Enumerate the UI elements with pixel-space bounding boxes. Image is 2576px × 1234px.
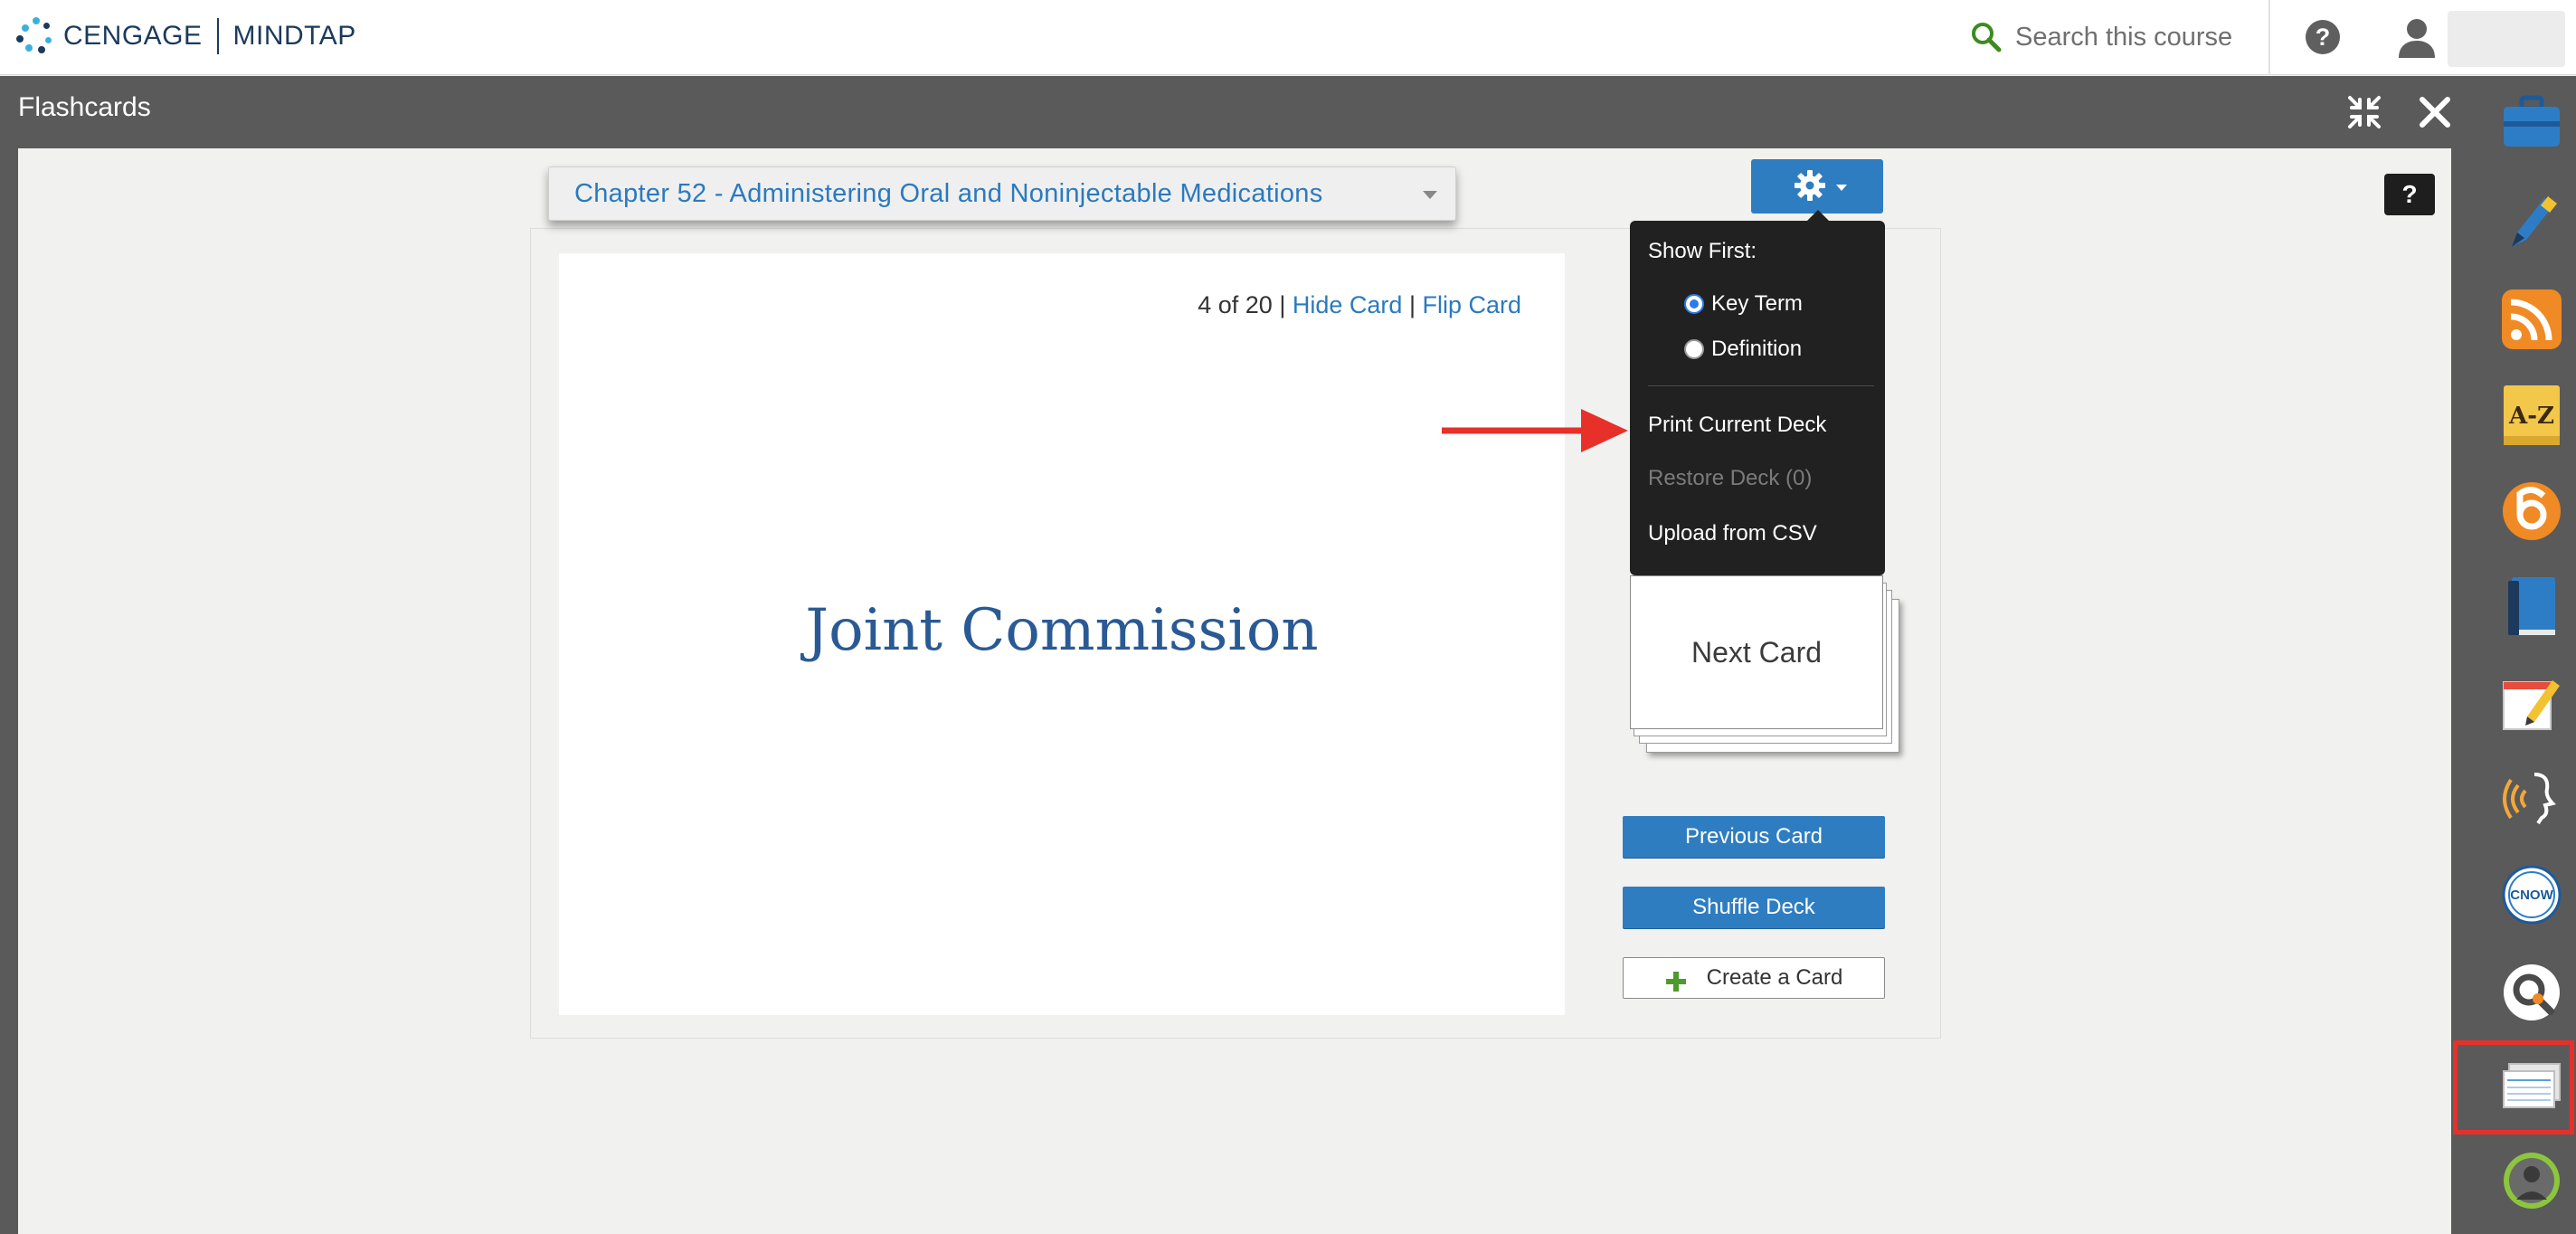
profile-app-icon[interactable]: [2500, 1149, 2563, 1212]
brand-divider: [216, 18, 219, 54]
search-magnifier-icon[interactable]: [2500, 961, 2563, 1024]
flip-card-link[interactable]: Flip Card: [1422, 291, 1521, 318]
cnow-label: CNOW: [2510, 888, 2553, 903]
meta-separator: |: [1279, 291, 1286, 318]
menu-pointer: [1807, 210, 1829, 221]
collapse-icon[interactable]: [2346, 94, 2382, 130]
menu-divider: [1648, 385, 1874, 386]
search-icon: [1972, 23, 2002, 52]
flashcards-highlight-box: [2453, 1040, 2574, 1134]
settings-dropdown-menu: Show First: Key Term Definition Print Cu…: [1630, 210, 1885, 575]
close-icon[interactable]: [2415, 92, 2455, 132]
book-icon[interactable]: [2500, 575, 2563, 639]
panel-help-button[interactable]: ?: [2384, 174, 2435, 215]
show-first-heading: Show First:: [1648, 239, 1757, 263]
card-term: Joint Commission: [805, 597, 1319, 664]
cengage-mindtap-logo[interactable]: CENGAGE MINDTAP: [16, 13, 356, 60]
plus-icon: [1665, 972, 1686, 992]
gear-icon: [1795, 170, 1825, 201]
shuffle-deck-button[interactable]: Shuffle Deck: [1623, 887, 1885, 928]
help-button[interactable]: ?: [2306, 20, 2340, 54]
search-placeholder[interactable]: Search this course: [2015, 23, 2232, 52]
deck-select-value: Chapter 52 - Administering Oral and Noni…: [574, 178, 1323, 208]
panel-title: Flashcards: [18, 92, 151, 122]
flashcard[interactable]: 4 of 20 | Hide Card | Flip Card Joint Co…: [559, 253, 1565, 1015]
cengage-logo-icon: [16, 17, 54, 55]
restore-deck-item: Restore Deck (0): [1648, 466, 1813, 490]
upload-from-csv-item[interactable]: Upload from CSV: [1648, 521, 1817, 546]
topbar-divider: [2268, 0, 2270, 75]
top-bar: CENGAGE MINDTAP Search this course ?: [0, 0, 2576, 75]
deck-select[interactable]: Chapter 52 - Administering Oral and Noni…: [548, 166, 1456, 221]
svg-text:A-Z: A-Z: [2508, 403, 2554, 430]
red-arrow-annotation: [1442, 409, 1628, 452]
key-term-label: Key Term: [1711, 291, 1803, 316]
course-search[interactable]: Search this course: [1970, 16, 2232, 58]
definition-radio[interactable]: [1684, 339, 1704, 359]
create-card-button[interactable]: Create a Card: [1623, 957, 1885, 999]
notepad-icon[interactable]: [2500, 671, 2563, 735]
key-term-radio[interactable]: [1684, 294, 1704, 314]
definition-label: Definition: [1711, 337, 1803, 361]
chevron-down-icon: [1423, 191, 1437, 199]
settings-button[interactable]: [1751, 159, 1883, 214]
briefcase-icon[interactable]: [2500, 90, 2563, 154]
create-card-label: Create a Card: [1706, 965, 1843, 990]
card-meta: 4 of 20 | Hide Card | Flip Card: [1198, 291, 1521, 319]
readspeaker-icon[interactable]: [2500, 767, 2563, 831]
caret-down-icon: [1836, 185, 1847, 191]
panel-left-edge: [0, 148, 18, 1234]
pencil-highlighter-icon[interactable]: [2500, 190, 2563, 253]
rss-icon[interactable]: [2500, 288, 2563, 351]
user-name-placeholder[interactable]: [2448, 11, 2565, 67]
cnow-icon[interactable]: CNOW: [2500, 863, 2563, 926]
hide-card-link[interactable]: Hide Card: [1293, 291, 1403, 318]
meta-separator: |: [1408, 291, 1416, 318]
show-first-key-term-option[interactable]: Key Term: [1684, 291, 1803, 317]
circular-app-icon[interactable]: [2500, 479, 2563, 543]
card-position: 4 of 20: [1198, 291, 1273, 318]
user-icon[interactable]: [2397, 16, 2437, 60]
previous-card-button[interactable]: Previous Card: [1623, 816, 1885, 858]
flashcards-panel-header: Flashcards: [0, 76, 2451, 148]
print-current-deck-item[interactable]: Print Current Deck: [1648, 413, 1826, 438]
brand-cengage: CENGAGE: [63, 21, 203, 51]
next-card-button[interactable]: Next Card: [1630, 575, 1883, 729]
brand-mindtap: MINDTAP: [232, 21, 356, 51]
a-z-glossary-icon[interactable]: A-Z: [2500, 384, 2563, 447]
show-first-definition-option[interactable]: Definition: [1684, 337, 1802, 362]
